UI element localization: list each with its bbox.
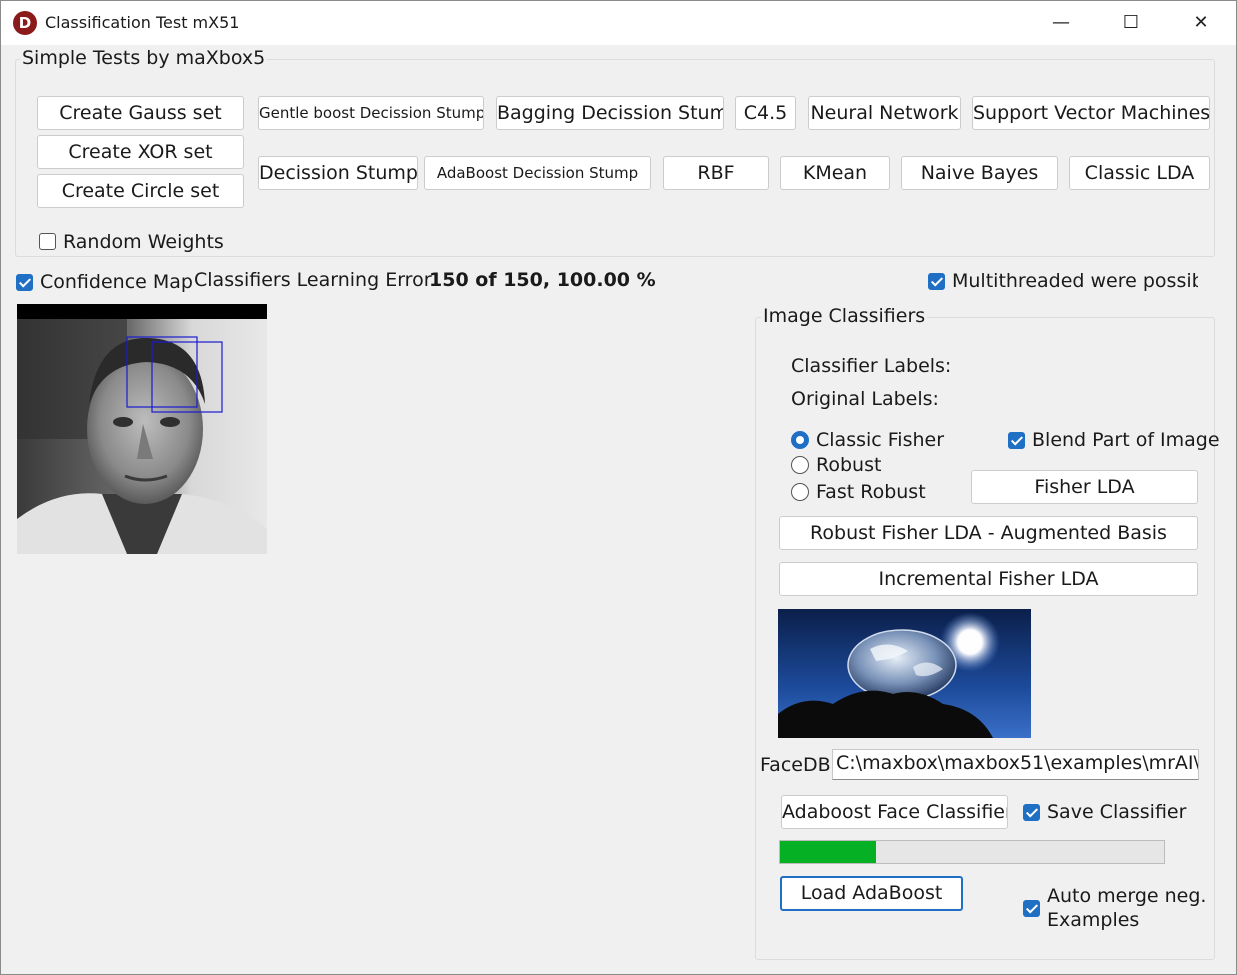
classic-fisher-label[interactable]: Classic Fisher xyxy=(816,429,944,451)
app-logo-icon: D xyxy=(13,11,37,35)
facedb-path-input[interactable]: C:\maxbox\maxbox51\examples\mrAI\m xyxy=(832,749,1199,780)
random-weights-label[interactable]: Random Weights xyxy=(63,231,224,253)
main-window: D Classification Test mX51 — ☐ ✕ Simple … xyxy=(0,0,1237,975)
bubble-image-canvas xyxy=(778,609,1031,738)
bubble-image xyxy=(778,609,1031,738)
bagging-button[interactable]: Bagging Decission Stump xyxy=(496,96,724,130)
maximize-button[interactable]: ☐ xyxy=(1096,1,1166,45)
image-classifiers-title: Image Classifiers xyxy=(761,305,928,327)
facedb-label: FaceDB xyxy=(760,754,831,776)
fisher-lda-button[interactable]: Fisher LDA xyxy=(971,470,1198,504)
kmean-button[interactable]: KMean xyxy=(780,156,890,190)
close-button[interactable]: ✕ xyxy=(1166,1,1236,45)
face-image xyxy=(17,304,267,554)
svm-button[interactable]: Support Vector Machines xyxy=(972,96,1210,130)
gentle-boost-button[interactable]: Gentle boost Decission Stump xyxy=(258,96,484,130)
auto-merge-label-line1[interactable]: Auto merge neg. xyxy=(1047,885,1206,907)
simple-tests-title: Simple Tests by maXbox5 xyxy=(20,47,268,69)
window-title: Classification Test mX51 xyxy=(45,13,240,32)
robust-radio[interactable] xyxy=(791,456,809,474)
face-image-canvas xyxy=(17,304,267,554)
blend-part-checkbox[interactable] xyxy=(1008,432,1025,449)
decission-stump-button[interactable]: Decission Stump xyxy=(258,156,418,190)
minimize-button[interactable]: — xyxy=(1026,1,1096,45)
classic-fisher-radio[interactable] xyxy=(791,431,809,449)
auto-merge-label-line2[interactable]: Examples xyxy=(1047,909,1139,931)
save-classifier-checkbox[interactable] xyxy=(1023,804,1040,821)
classifier-labels-label: Classifier Labels: xyxy=(791,355,952,377)
robust-fisher-button[interactable]: Robust Fisher LDA - Augmented Basis xyxy=(779,516,1198,550)
load-adaboost-button[interactable]: Load AdaBoost xyxy=(780,876,963,911)
original-labels-label: Original Labels: xyxy=(791,388,939,410)
fast-robust-radio[interactable] xyxy=(791,483,809,501)
multithreaded-checkbox[interactable] xyxy=(928,273,945,290)
blend-part-label[interactable]: Blend Part of Image xyxy=(1032,429,1220,451)
confidence-map-checkbox[interactable] xyxy=(16,274,33,291)
title-bar[interactable]: D Classification Test mX51 — ☐ ✕ xyxy=(1,1,1236,45)
naive-bayes-button[interactable]: Naive Bayes xyxy=(901,156,1058,190)
save-classifier-label[interactable]: Save Classifier xyxy=(1047,801,1186,823)
classic-lda-button[interactable]: Classic LDA xyxy=(1069,156,1210,190)
incremental-fisher-button[interactable]: Incremental Fisher LDA xyxy=(779,562,1198,596)
multithreaded-label[interactable]: Multithreaded were possible xyxy=(952,270,1198,292)
learning-error-label: Classifiers Learning Error xyxy=(194,269,432,291)
create-gauss-button[interactable]: Create Gauss set xyxy=(37,96,244,130)
random-weights-checkbox[interactable] xyxy=(39,233,56,250)
neural-network-button[interactable]: Neural Network xyxy=(808,96,961,130)
robust-label[interactable]: Robust xyxy=(816,454,881,476)
create-xor-button[interactable]: Create XOR set xyxy=(37,135,244,169)
create-circle-button[interactable]: Create Circle set xyxy=(37,174,244,208)
c45-button[interactable]: C4.5 xyxy=(735,96,796,130)
adaboost-stump-button[interactable]: AdaBoost Decission Stump xyxy=(424,156,651,190)
learning-error-value: 150 of 150, 100.00 % xyxy=(429,269,656,291)
confidence-map-label[interactable]: Confidence Map xyxy=(40,271,193,293)
rbf-button[interactable]: RBF xyxy=(663,156,769,190)
auto-merge-checkbox[interactable] xyxy=(1023,900,1040,917)
progress-bar xyxy=(779,840,1165,864)
adaboost-face-button[interactable]: Adaboost Face Classifier xyxy=(781,795,1008,829)
fast-robust-label[interactable]: Fast Robust xyxy=(816,481,926,503)
progress-bar-fill xyxy=(780,841,876,863)
